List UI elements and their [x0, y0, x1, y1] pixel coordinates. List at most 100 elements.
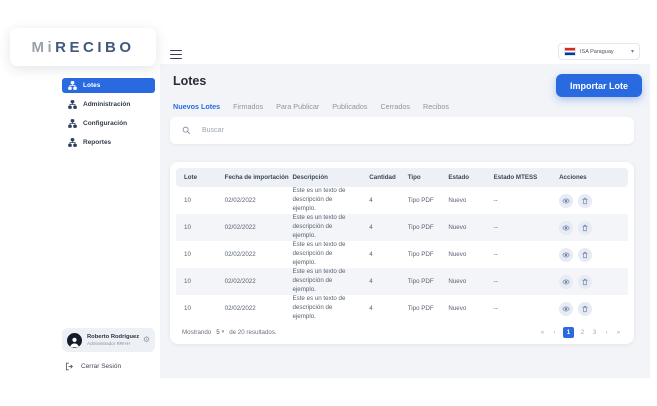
- sidebar-item-lotes[interactable]: Lotes: [62, 78, 155, 93]
- page-title: Lotes: [173, 74, 206, 88]
- tab-cerrados[interactable]: Cerrados: [380, 102, 410, 111]
- cell-fecha: 02/02/2022: [217, 197, 285, 204]
- tab-nuevos-lotes[interactable]: Nuevos Lotes: [173, 102, 220, 111]
- pagination-prev[interactable]: ‹: [551, 329, 558, 336]
- cell-estado: Nuevo: [440, 197, 485, 204]
- logout-icon: [65, 362, 74, 371]
- sidebar-item-administracion[interactable]: Administración: [62, 97, 155, 112]
- user-name: Roberto Rodriguez: [87, 334, 139, 341]
- brand-logo: MiRECIBO: [10, 28, 156, 66]
- cell-descripcion: Este es un texto de descripción de ejemp…: [284, 187, 361, 213]
- hamburger-menu-icon[interactable]: [170, 50, 182, 59]
- search-icon: [182, 126, 191, 135]
- cell-estado-mtess: --: [486, 305, 552, 312]
- cell-cantidad: 4: [361, 305, 399, 312]
- brand-suffix: RECIBO: [55, 39, 134, 56]
- chevron-down-icon: ▾: [222, 330, 225, 335]
- cell-lote: 10: [176, 305, 217, 312]
- cell-estado-mtess: --: [486, 251, 552, 258]
- brand-logo-text: MiRECIBO: [31, 39, 134, 56]
- eye-icon: [562, 278, 570, 286]
- cell-descripcion: Este es un texto de descripción de ejemp…: [284, 295, 361, 321]
- cell-estado: Nuevo: [440, 251, 485, 258]
- cell-lote: 10: [176, 224, 217, 231]
- cell-fecha: 02/02/2022: [217, 251, 285, 258]
- cell-fecha: 02/02/2022: [217, 305, 285, 312]
- cell-estado: Nuevo: [440, 278, 485, 285]
- sidebar-item-reportes[interactable]: Reportes: [62, 135, 155, 150]
- delete-button[interactable]: [578, 221, 592, 235]
- delete-button[interactable]: [578, 194, 592, 208]
- tab-firmados[interactable]: Firmados: [233, 102, 263, 111]
- sitemap-icon: [68, 119, 77, 128]
- trash-icon: [581, 224, 589, 232]
- delete-button[interactable]: [578, 275, 592, 289]
- trash-icon: [581, 197, 589, 205]
- cell-acciones: [551, 221, 628, 235]
- user-meta: Roberto Rodriguez Administrador RRHH: [87, 334, 139, 347]
- column-header-estado: Estado: [440, 174, 485, 181]
- sidebar-item-configuracion[interactable]: Configuración: [62, 116, 155, 131]
- main-content: Lotes Nuevos Lotes Firmados Para Publica…: [160, 64, 650, 378]
- cell-tipo: Tipo PDF: [400, 305, 441, 312]
- user-card[interactable]: Roberto Rodriguez Administrador RRHH ⚙: [62, 328, 155, 352]
- cell-descripcion: Este es un texto de descripción de ejemp…: [284, 214, 361, 240]
- cell-estado-mtess: --: [486, 278, 552, 285]
- cell-descripcion: Este es un texto de descripción de ejemp…: [284, 241, 361, 267]
- tab-recibos[interactable]: Recibos: [423, 102, 449, 111]
- pagination-page-1[interactable]: 1: [563, 327, 574, 338]
- cell-estado: Nuevo: [440, 305, 485, 312]
- table-row: 10 02/02/2022 Este es un texto de descri…: [176, 268, 628, 295]
- cell-cantidad: 4: [361, 251, 399, 258]
- eye-icon: [562, 224, 570, 232]
- import-lote-button[interactable]: Importar Lote: [556, 74, 642, 97]
- results-summary: Mostrando 5 ▾ de 20 resultados.: [182, 329, 277, 336]
- logout-button[interactable]: Cerrar Sesión: [65, 362, 121, 371]
- table-row: 10 02/02/2022 Este es un texto de descri…: [176, 214, 628, 241]
- view-button[interactable]: [559, 194, 573, 208]
- trash-icon: [581, 305, 589, 313]
- tab-para-publicar[interactable]: Para Publicar: [276, 102, 319, 111]
- view-button[interactable]: [559, 221, 573, 235]
- chevron-down-icon: ▾: [631, 49, 634, 55]
- cell-tipo: Tipo PDF: [400, 224, 441, 231]
- pagination-last[interactable]: »: [615, 329, 622, 336]
- sidebar-nav: Lotes Administración Configuración Repor…: [62, 78, 155, 154]
- column-header-tipo: Tipo: [400, 174, 441, 181]
- view-button[interactable]: [559, 248, 573, 262]
- eye-icon: [562, 197, 570, 205]
- view-button[interactable]: [559, 302, 573, 316]
- column-header-cantidad: Cantidad: [361, 174, 399, 181]
- pagination-page-2[interactable]: 2: [579, 329, 586, 336]
- company-selector[interactable]: ISA Paraguay ▾: [558, 43, 640, 60]
- gear-icon[interactable]: ⚙: [143, 336, 150, 344]
- trash-icon: [581, 278, 589, 286]
- pagination-first[interactable]: «: [539, 329, 546, 336]
- pagination: « ‹ 1 2 3 › »: [539, 327, 622, 338]
- sitemap-icon: [68, 100, 77, 109]
- search-input[interactable]: [200, 126, 622, 135]
- column-header-acciones: Acciones: [551, 174, 628, 181]
- cell-lote: 10: [176, 197, 217, 204]
- search-bar: [170, 117, 634, 144]
- column-header-estado-mtess: Estado MTESS: [486, 174, 552, 181]
- page-size-select[interactable]: 5 ▾: [216, 329, 224, 336]
- cell-acciones: [551, 194, 628, 208]
- page-size-value: 5: [216, 329, 219, 336]
- cell-tipo: Tipo PDF: [400, 197, 441, 204]
- cell-lote: 10: [176, 251, 217, 258]
- eye-icon: [562, 251, 570, 259]
- table-footer: Mostrando 5 ▾ de 20 resultados. « ‹ 1 2 …: [176, 327, 628, 338]
- delete-button[interactable]: [578, 302, 592, 316]
- delete-button[interactable]: [578, 248, 592, 262]
- table-header-row: Lote Fecha de importación Descripción Ca…: [176, 168, 628, 187]
- lotes-table: Lote Fecha de importación Descripción Ca…: [170, 162, 634, 344]
- pagination-next[interactable]: ›: [603, 329, 610, 336]
- pagination-page-3[interactable]: 3: [591, 329, 598, 336]
- cell-lote: 10: [176, 278, 217, 285]
- cell-cantidad: 4: [361, 278, 399, 285]
- tab-publicados[interactable]: Publicados: [332, 102, 367, 111]
- view-button[interactable]: [559, 275, 573, 289]
- cell-acciones: [551, 275, 628, 289]
- sidebar-item-label: Administración: [83, 101, 130, 108]
